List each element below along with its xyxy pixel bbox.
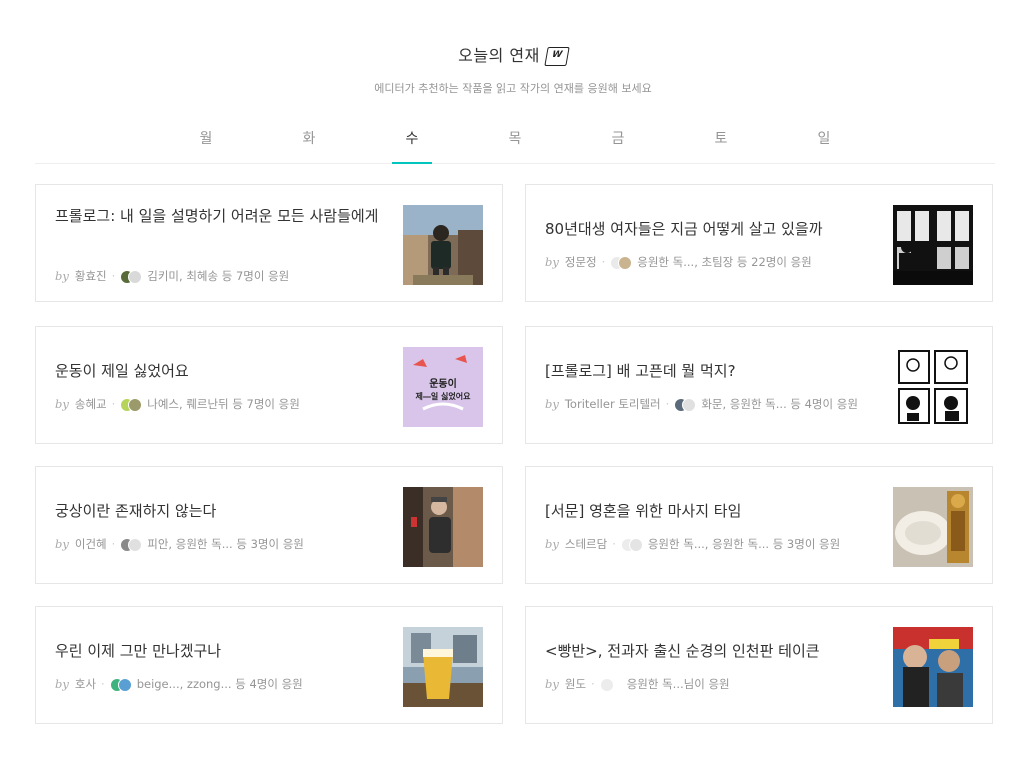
article-card[interactable]: [프롤로그] 배 고픈데 뭘 먹지? by Toriteller 토리텔러 · 화문,… xyxy=(525,326,993,444)
card-author[interactable]: 호사 xyxy=(75,677,96,691)
card-meta: by 송혜교 · 나예스, 뤠르난뒤 등 7명이 응원 xyxy=(55,396,300,412)
card-title[interactable]: [서문] 영혼을 위한 마사지 타임 xyxy=(545,498,880,525)
card-meta: by 황효진 · 김키미, 최혜송 등 7명이 응원 xyxy=(55,268,289,284)
tab-wed[interactable]: 수 xyxy=(392,124,432,164)
by-label: by xyxy=(545,677,559,691)
card-thumbnail[interactable] xyxy=(403,627,483,707)
tab-mon[interactable]: 월 xyxy=(186,124,226,163)
section-title: 오늘의 연재 W xyxy=(0,42,1026,66)
by-label: by xyxy=(55,269,69,283)
separator: · xyxy=(111,537,116,551)
card-supporters: 김키미, 최혜송 등 7명이 응원 xyxy=(147,269,290,283)
supporter-avatars-icon xyxy=(674,397,697,412)
card-author[interactable]: 스테르담 xyxy=(565,537,607,551)
by-label: by xyxy=(55,397,69,411)
card-thumbnail[interactable] xyxy=(403,487,483,567)
by-label: by xyxy=(545,397,559,411)
svg-text:제―일 싫었어요: 제―일 싫었어요 xyxy=(416,391,472,401)
card-author[interactable]: Toriteller 토리텔러 xyxy=(565,397,661,411)
card-title[interactable]: 궁상이란 존재하지 않는다 xyxy=(55,498,390,525)
tab-tue[interactable]: 화 xyxy=(289,124,329,163)
card-thumbnail[interactable] xyxy=(893,487,973,567)
card-title[interactable]: <빵반>, 전과자 출신 순경의 인천판 테이큰 xyxy=(545,638,880,665)
card-title[interactable]: 프롤로그: 내 일을 설명하기 어려운 모든 사람들에게 xyxy=(55,203,390,230)
card-author[interactable]: 정문정 xyxy=(565,255,597,269)
card-thumbnail[interactable] xyxy=(893,205,973,285)
by-label: by xyxy=(55,537,69,551)
supporter-avatars-icon xyxy=(610,255,633,270)
article-card[interactable]: 운동이 제일 싫었어요 by 송혜교 · 나예스, 뤠르난뒤 등 7명이 응원 운동이… xyxy=(35,326,503,444)
svg-text:운동이: 운동이 xyxy=(429,377,457,390)
tab-sun[interactable]: 일 xyxy=(804,124,844,163)
by-label: by xyxy=(55,677,69,691)
separator: · xyxy=(612,537,616,551)
card-supporters: 응원한 독..., 응원한 독... 등 3명이 응원 xyxy=(647,537,841,551)
separator: · xyxy=(591,677,595,691)
card-supporters: beige..., zzong... 등 4명이 응원 xyxy=(136,677,303,691)
card-author[interactable]: 원도 xyxy=(565,677,586,691)
card-author[interactable]: 황효진 xyxy=(75,269,107,283)
card-thumbnail[interactable] xyxy=(893,627,973,707)
card-title[interactable]: 우린 이제 그만 만나겠구나 xyxy=(55,638,390,665)
card-meta: by 이건혜 · 피안, 응원한 독... 등 3명이 응원 xyxy=(55,536,304,552)
card-supporters: 응원한 독...님이 응원 xyxy=(626,677,730,691)
supporter-avatars-icon xyxy=(120,397,143,412)
separator: · xyxy=(665,397,670,411)
article-card[interactable]: [서문] 영혼을 위한 마사지 타임 by 스테르담 · 응원한 독..., 응원한 … xyxy=(525,466,993,584)
card-meta: by 호사 · beige..., zzong... 등 4명이 응원 xyxy=(55,676,303,692)
card-title[interactable]: 운동이 제일 싫었어요 xyxy=(55,358,390,385)
card-title[interactable]: 80년대생 여자들은 지금 어떻게 살고 있을까 xyxy=(545,216,880,243)
article-card[interactable]: <빵반>, 전과자 출신 순경의 인천판 테이큰 by 원도 · 응원한 독...님이… xyxy=(525,606,993,724)
card-meta: by 원도 · 응원한 독...님이 응원 xyxy=(545,676,730,692)
separator: · xyxy=(111,397,116,411)
supporter-avatar-icon xyxy=(599,677,622,692)
separator: · xyxy=(111,269,116,283)
article-card[interactable]: 궁상이란 존재하지 않는다 by 이건혜 · 피안, 응원한 독... 등 3명이 응… xyxy=(35,466,503,584)
by-label: by xyxy=(545,537,559,551)
separator: · xyxy=(601,255,606,269)
card-meta: by Toriteller 토리텔러 · 화문, 응원한 독... 등 4명이 응원 xyxy=(545,396,858,412)
supporter-avatars-icon xyxy=(120,537,143,552)
card-supporters: 응원한 독..., 초팀장 등 22명이 응원 xyxy=(637,255,812,269)
series-badge-icon: W xyxy=(544,47,570,66)
card-author[interactable]: 이건혜 xyxy=(75,537,107,551)
card-supporters: 화문, 응원한 독... 등 4명이 응원 xyxy=(701,397,858,411)
article-card[interactable]: 프롤로그: 내 일을 설명하기 어려운 모든 사람들에게 by 황효진 · 김키미, … xyxy=(35,184,503,302)
card-thumbnail[interactable] xyxy=(893,347,973,427)
supporter-avatars-icon xyxy=(620,537,643,552)
by-label: by xyxy=(545,255,559,269)
card-thumbnail[interactable]: 운동이 제―일 싫었어요 xyxy=(403,347,483,427)
card-thumbnail[interactable] xyxy=(403,205,483,285)
card-supporters: 피안, 응원한 독... 등 3명이 응원 xyxy=(147,537,304,551)
section-subtitle: 에디터가 추천하는 작품을 읽고 작가의 연재를 응원해 보세요 xyxy=(374,82,652,95)
supporter-avatars-icon xyxy=(120,269,143,284)
separator: · xyxy=(101,677,105,691)
article-card[interactable]: 80년대생 여자들은 지금 어떻게 살고 있을까 by 정문정 · 응원한 독...,… xyxy=(525,184,993,302)
tab-fri[interactable]: 금 xyxy=(598,124,638,163)
supporter-avatars-icon xyxy=(109,677,132,692)
section-title-text: 오늘의 연재 xyxy=(458,46,540,65)
card-title[interactable]: [프롤로그] 배 고픈데 뭘 먹지? xyxy=(545,358,880,385)
weekday-tabs: 월 화 수 목 금 토 일 xyxy=(35,124,995,164)
tab-thu[interactable]: 목 xyxy=(495,124,535,163)
card-author[interactable]: 송혜교 xyxy=(75,397,107,411)
card-meta: by 스테르담 · 응원한 독..., 응원한 독... 등 3명이 응원 xyxy=(545,536,840,552)
tab-sat[interactable]: 토 xyxy=(701,124,741,163)
article-card[interactable]: 우린 이제 그만 만나겠구나 by 호사 · beige..., zzong... 등… xyxy=(35,606,503,724)
card-meta: by 정문정 · 응원한 독..., 초팀장 등 22명이 응원 xyxy=(545,254,812,270)
card-supporters: 나예스, 뤠르난뒤 등 7명이 응원 xyxy=(147,397,300,411)
